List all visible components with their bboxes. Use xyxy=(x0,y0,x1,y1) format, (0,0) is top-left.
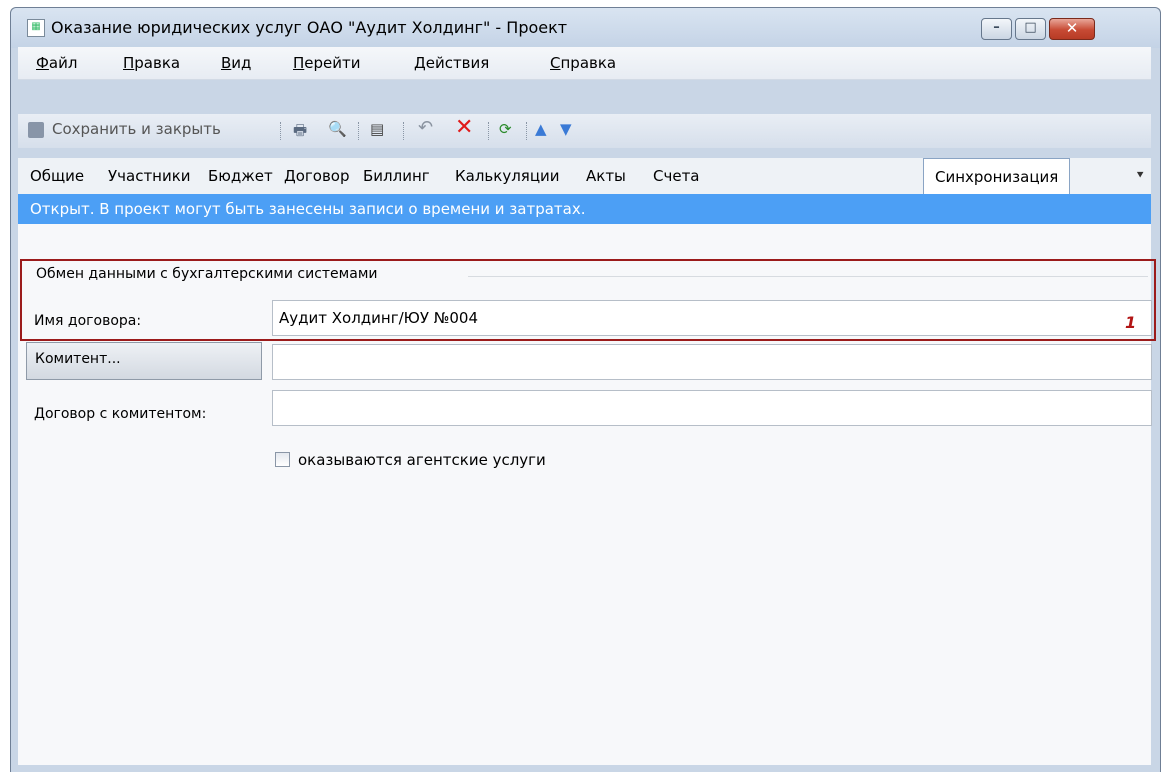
menu-view[interactable]: Вид xyxy=(221,54,251,72)
toolbar-separator xyxy=(280,122,283,140)
properties-icon[interactable]: ▤ xyxy=(370,120,384,138)
close-button[interactable]: ✕ xyxy=(1049,18,1095,40)
tab-synchronization[interactable]: Синхронизация xyxy=(923,158,1071,194)
title-bar: ▦ Оказание юридических услуг ОАО "Аудит … xyxy=(11,8,1160,48)
menu-go[interactable]: Перейти xyxy=(293,54,361,72)
tab-invoices[interactable]: Счета xyxy=(653,167,700,185)
down-arrow-icon[interactable]: ▼ xyxy=(560,120,572,138)
tab-calculations[interactable]: Калькуляции xyxy=(455,167,560,185)
tab-budget[interactable]: Бюджет xyxy=(208,167,273,185)
window-title: Оказание юридических услуг ОАО "Аудит Хо… xyxy=(51,18,568,37)
menu-edit[interactable]: Правка xyxy=(123,54,180,72)
tab-general[interactable]: Общие xyxy=(30,167,84,185)
committent-field[interactable] xyxy=(272,344,1152,380)
menu-file[interactable]: Файл xyxy=(36,54,77,72)
tab-billing[interactable]: Биллинг xyxy=(363,167,430,185)
minimize-button[interactable]: – xyxy=(981,18,1012,40)
toolbar-separator xyxy=(358,122,361,140)
committent-contract-label: Договор с комитентом: xyxy=(34,406,207,422)
save-and-close-button[interactable]: Сохранить и закрыть xyxy=(52,120,221,138)
agent-services-checkbox[interactable] xyxy=(275,452,290,467)
toolbar: Сохранить и закрыть 🖶 🔍 ▤ ↶ ✕ ⟳ ▲ ▼ xyxy=(18,114,1151,148)
minimize-icon: – xyxy=(993,20,1000,35)
menu-bar: Файл Правка Вид Перейти Действия Справка xyxy=(18,47,1151,80)
committent-button[interactable]: Комитент... xyxy=(26,342,262,380)
menu-help[interactable]: Справка xyxy=(550,54,616,72)
up-arrow-icon[interactable]: ▲ xyxy=(535,120,547,138)
contract-name-label: Имя договора: xyxy=(34,313,142,329)
group-divider xyxy=(468,276,1148,277)
tab-participants[interactable]: Участники xyxy=(108,167,191,185)
tab-strip: Общие Участники Бюджет Договор Биллинг К… xyxy=(18,158,1151,194)
close-icon: ✕ xyxy=(1065,19,1079,37)
menu-actions[interactable]: Действия xyxy=(414,54,489,72)
print-preview-icon[interactable]: 🔍 xyxy=(328,120,347,138)
maximize-button[interactable]: □ xyxy=(1015,18,1046,40)
print-icon[interactable]: 🖶 xyxy=(293,120,307,145)
undo-icon[interactable]: ↶ xyxy=(418,117,433,138)
status-infobar: Открыт. В проект могут быть занесены зап… xyxy=(18,194,1151,224)
committent-contract-field[interactable] xyxy=(272,390,1152,426)
maximize-icon: □ xyxy=(1024,20,1037,35)
delete-icon[interactable]: ✕ xyxy=(455,115,473,140)
group-title: Обмен данными с бухгалтерскими системами xyxy=(36,266,384,282)
tab-overflow-icon[interactable]: ⯆ xyxy=(1135,168,1145,183)
toolbar-separator xyxy=(526,122,529,140)
annotation-badge: 1 xyxy=(1125,313,1137,332)
agent-services-label[interactable]: оказываются агентские услуги xyxy=(298,451,546,469)
toolbar-separator xyxy=(488,122,491,140)
app-icon: ▦ xyxy=(27,19,45,37)
tab-acts[interactable]: Акты xyxy=(586,167,626,185)
status-text: Открыт. В проект могут быть занесены зап… xyxy=(30,200,586,218)
toolbar-separator xyxy=(403,122,406,140)
tab-contract[interactable]: Договор xyxy=(284,167,350,185)
refresh-icon[interactable]: ⟳ xyxy=(499,120,512,138)
contract-name-field[interactable]: Аудит Холдинг/ЮУ №004 xyxy=(272,300,1152,336)
save-icon[interactable] xyxy=(28,122,44,138)
